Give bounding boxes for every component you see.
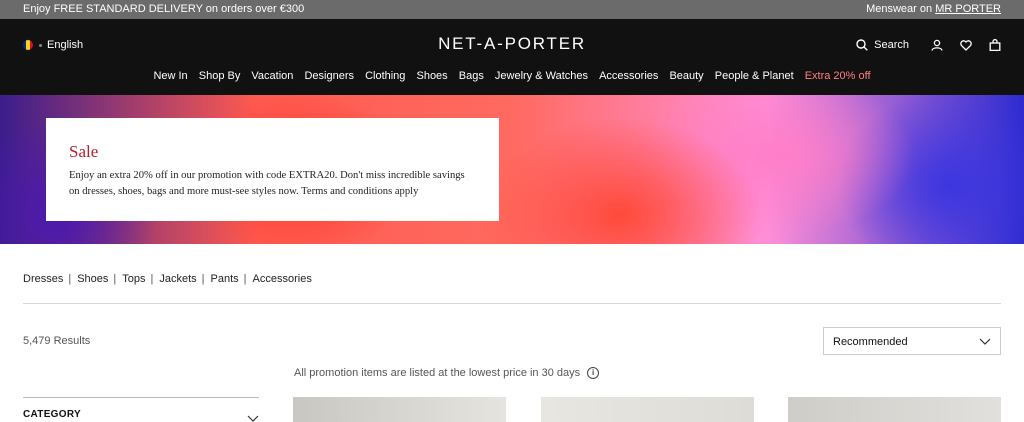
nav-item-jewelry-watches[interactable]: Jewelry & Watches	[495, 70, 588, 82]
nav-item-beauty[interactable]: Beauty	[669, 70, 703, 82]
quick-link-separator: |	[150, 273, 154, 285]
section-divider	[23, 303, 1001, 304]
nav-item-people-planet[interactable]: People & Planet	[715, 70, 794, 82]
account-button[interactable]	[931, 39, 943, 51]
product-card[interactable]	[788, 397, 1001, 422]
quick-link-separator: |	[243, 273, 247, 285]
results-count: 5,479 Results	[23, 335, 91, 347]
quick-link-jackets[interactable]: Jackets	[159, 273, 196, 285]
quick-link-accessories[interactable]: Accessories	[253, 273, 312, 285]
chevron-down-icon	[979, 338, 991, 345]
product-card[interactable]	[541, 397, 754, 422]
delivery-message: Enjoy FREE STANDARD DELIVERY on orders o…	[23, 3, 305, 15]
quick-link-separator: |	[113, 273, 117, 285]
site-header: English NET-A-PORTER Search New In Shop …	[0, 19, 1024, 95]
quick-link-shoes[interactable]: Shoes	[77, 273, 108, 285]
nav-item-clothing[interactable]: Clothing	[365, 70, 405, 82]
hero-card: Sale Enjoy an extra 20% off in our promo…	[46, 118, 499, 221]
hero-description: Enjoy an extra 20% off in our promotion …	[69, 170, 465, 197]
nav-item-designers[interactable]: Designers	[304, 70, 354, 82]
quick-link-dresses[interactable]: Dresses	[23, 273, 63, 285]
chevron-down-icon[interactable]	[247, 415, 259, 422]
menswear-link-wrap: Menswear on MR PORTER	[866, 3, 1001, 15]
search-icon	[856, 39, 868, 51]
account-icon	[931, 39, 943, 51]
quick-link-separator: |	[201, 273, 205, 285]
wishlist-button[interactable]	[960, 39, 972, 51]
menswear-prefix: Menswear on	[866, 3, 936, 15]
search-label: Search	[874, 39, 909, 51]
quick-link-tops[interactable]: Tops	[122, 273, 145, 285]
nav-item-shoes[interactable]: Shoes	[416, 70, 447, 82]
promo-note: All promotion items are listed at the lo…	[294, 367, 600, 379]
quick-links: Dresses | Shoes | Tops | Jackets | Pants | Accesso…	[23, 273, 312, 285]
main-nav: New In Shop By Vacation Designers Clothi…	[0, 70, 1024, 82]
nav-item-extra-off[interactable]: Extra 20% off	[805, 70, 871, 82]
bag-icon	[989, 39, 1001, 51]
wishlist-icon	[960, 39, 972, 51]
nav-item-bags[interactable]: Bags	[459, 70, 484, 82]
filter-divider	[23, 397, 259, 398]
quick-link-pants[interactable]: Pants	[211, 273, 239, 285]
mr-porter-link[interactable]: MR PORTER	[935, 3, 1001, 15]
sort-dropdown[interactable]: Recommended	[823, 327, 1001, 355]
quick-link-separator: |	[68, 273, 72, 285]
info-icon[interactable]: i	[587, 367, 600, 379]
search-button[interactable]: Search	[856, 39, 909, 51]
header-tools: Search	[840, 39, 1001, 51]
hero-title: Sale	[69, 142, 99, 161]
promo-bar: Enjoy FREE STANDARD DELIVERY on orders o…	[0, 0, 1024, 19]
nav-item-vacation[interactable]: Vacation	[251, 70, 293, 82]
bag-button[interactable]	[989, 39, 1001, 51]
promo-note-text: All promotion items are listed at the lo…	[294, 367, 581, 379]
sort-value: Recommended	[833, 336, 908, 348]
nav-item-shop-by[interactable]: Shop By	[199, 70, 241, 82]
nav-item-accessories[interactable]: Accessories	[599, 70, 658, 82]
nav-item-new-in[interactable]: New In	[153, 70, 187, 82]
hero-banner: Sale Enjoy an extra 20% off in our promo…	[0, 95, 1024, 244]
product-card[interactable]	[293, 397, 506, 422]
category-filter-label[interactable]: CATEGORY	[23, 409, 81, 420]
